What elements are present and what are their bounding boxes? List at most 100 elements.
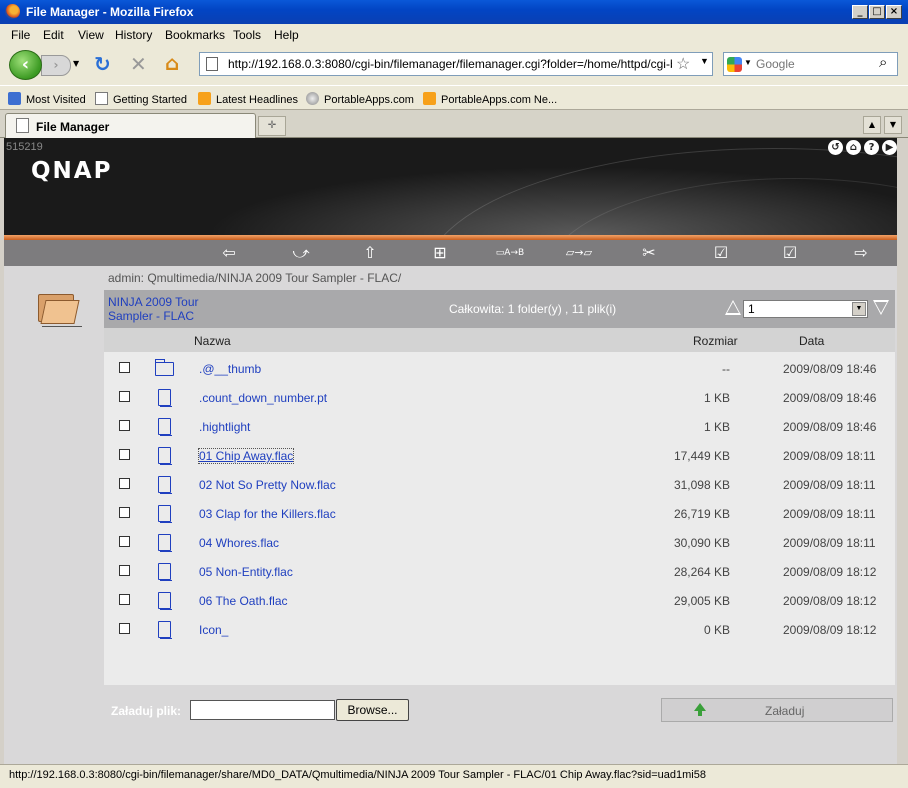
row-checkbox[interactable]	[119, 391, 130, 402]
next-page-icon[interactable]	[873, 300, 889, 315]
menu-help[interactable]: Help	[274, 28, 299, 42]
row-checkbox[interactable]	[119, 565, 130, 576]
row-checkbox[interactable]	[119, 449, 130, 460]
back-arrow-icon[interactable]: ⇦	[212, 243, 246, 263]
file-icon[interactable]	[158, 621, 172, 639]
column-name[interactable]: Nazwa	[194, 334, 231, 348]
file-size: --	[722, 362, 730, 376]
file-icon[interactable]	[158, 505, 172, 523]
bookmark-latest-headlines[interactable]: Latest Headlines	[198, 92, 298, 106]
file-name-link[interactable]: 01 Chip Away.flac	[197, 448, 295, 464]
table-row: Icon_ 0 KB 2009/08/09 18:12	[104, 616, 895, 645]
search-engine-dropdown-icon[interactable]: ▼	[744, 58, 752, 67]
vertical-scrollbar[interactable]	[897, 138, 908, 764]
home-icon[interactable]: ⌂	[165, 51, 179, 75]
file-date: 2009/08/09 18:11	[783, 478, 876, 492]
file-icon[interactable]	[158, 592, 172, 610]
file-size: 30,090 KB	[673, 536, 730, 550]
home-icon[interactable]: ⌂	[846, 140, 861, 155]
history-dropdown-icon[interactable]: ▼	[73, 59, 79, 68]
refresh-icon[interactable]: ⤻	[284, 243, 318, 263]
select-icon[interactable]: ☑	[773, 243, 807, 263]
new-tab-button[interactable]: ✛	[258, 116, 286, 136]
upload-file-input[interactable]	[190, 700, 335, 720]
maximize-button[interactable]: □	[869, 5, 885, 19]
file-name-link[interactable]: 06 The Oath.flac	[199, 594, 288, 608]
reload-icon[interactable]: ↻	[94, 52, 111, 76]
menu-history[interactable]: History	[115, 28, 152, 42]
file-icon[interactable]	[158, 418, 172, 436]
file-icon[interactable]	[158, 534, 172, 552]
row-checkbox[interactable]	[119, 623, 130, 634]
logout-icon[interactable]: ⇨	[844, 243, 878, 263]
search-bar[interactable]: ▼ ⌕	[723, 52, 898, 76]
row-checkbox[interactable]	[119, 536, 130, 547]
menu-tools[interactable]: Tools	[233, 28, 261, 42]
search-icon[interactable]: ⌕	[879, 54, 887, 71]
file-name-link[interactable]: 02 Not So Pretty Now.flac	[199, 478, 336, 492]
address-bar[interactable]: http://192.168.0.3:8080/cgi-bin/filemana…	[199, 52, 713, 76]
file-icon[interactable]	[158, 476, 172, 494]
tab-scroll-icon[interactable]: ▲	[863, 116, 881, 134]
up-folder-icon[interactable]: ⇧	[353, 243, 387, 263]
new-folder-icon[interactable]: ⊞	[423, 243, 457, 263]
bookmark-portableapps-news[interactable]: PortableApps.com Ne...	[423, 92, 557, 106]
menu-edit[interactable]: Edit	[43, 28, 64, 42]
rename-icon[interactable]: ▭A→B	[493, 243, 527, 263]
copy-icon[interactable]: ▱→▱	[562, 243, 596, 263]
table-row: 02 Not So Pretty Now.flac 31,098 KB 2009/0…	[104, 471, 895, 500]
tab-file-manager[interactable]: File Manager	[5, 113, 256, 138]
help-icon[interactable]: ?	[864, 140, 879, 155]
file-name-link[interactable]: 04 Whores.flac	[199, 536, 279, 550]
menu-file[interactable]: File	[11, 28, 30, 42]
file-manager-content: admin: Qmultimedia/NINJA 2009 Tour Sampl…	[4, 266, 897, 764]
bookmark-portableapps[interactable]: PortableApps.com	[306, 92, 414, 106]
file-name-link[interactable]: Icon_	[199, 623, 228, 637]
stop-icon[interactable]: ✕	[130, 52, 147, 76]
total-count: Całkowita: 1 folder(y) , 11 plik(i)	[449, 302, 617, 316]
previous-page-icon[interactable]	[725, 300, 741, 315]
file-name-link[interactable]: .@__thumb	[199, 362, 261, 376]
back-icon[interactable]: ↺	[828, 140, 843, 155]
file-name-link[interactable]: .hightlight	[199, 420, 250, 434]
bookmark-getting-started[interactable]: Getting Started	[95, 92, 187, 106]
row-checkbox[interactable]	[119, 478, 130, 489]
close-button[interactable]: ×	[886, 5, 902, 19]
file-name-link[interactable]: 05 Non-Entity.flac	[199, 565, 293, 579]
chevron-down-icon[interactable]: ▼	[852, 302, 866, 316]
row-checkbox[interactable]	[119, 594, 130, 605]
file-icon[interactable]	[158, 389, 172, 407]
row-checkbox[interactable]	[119, 420, 130, 431]
column-size[interactable]: Rozmiar	[693, 334, 738, 348]
bookmark-star-icon[interactable]: ☆	[676, 54, 690, 74]
google-icon[interactable]	[727, 57, 742, 72]
upload-button-label: Załaduj	[765, 704, 805, 718]
row-checkbox[interactable]	[119, 507, 130, 518]
next-icon[interactable]: ▶	[882, 140, 897, 155]
window-titlebar: File Manager - Mozilla Firefox _ □ ×	[0, 0, 908, 24]
url-dropdown-icon[interactable]: ▼	[700, 56, 709, 66]
upload-button[interactable]: Załaduj	[661, 698, 893, 722]
search-input[interactable]	[756, 56, 874, 72]
select-all-icon[interactable]: ☑	[704, 243, 738, 263]
row-checkbox[interactable]	[119, 362, 130, 373]
menu-bookmarks[interactable]: Bookmarks	[165, 28, 225, 42]
file-icon[interactable]	[158, 447, 172, 465]
tab-list-icon[interactable]: ▼	[884, 116, 902, 134]
folder-icon[interactable]	[155, 359, 174, 376]
minimize-button[interactable]: _	[852, 5, 868, 19]
browse-button[interactable]: Browse...	[336, 699, 409, 721]
current-folder-name[interactable]: NINJA 2009 Tour Sampler - FLAC	[108, 295, 199, 323]
menu-view[interactable]: View	[78, 28, 104, 42]
file-icon[interactable]	[158, 563, 172, 581]
cut-icon[interactable]: ✂	[632, 243, 666, 263]
bookmark-most-visited[interactable]: Most Visited	[8, 92, 86, 106]
page-select[interactable]: 1 ▼	[743, 300, 868, 318]
column-date[interactable]: Data	[799, 334, 824, 348]
file-name-link[interactable]: .count_down_number.pt	[199, 391, 327, 405]
forward-button[interactable]: ›	[41, 55, 71, 76]
url-text[interactable]: http://192.168.0.3:8080/cgi-bin/filemana…	[228, 57, 672, 71]
file-name-link[interactable]: 03 Clap for the Killers.flac	[199, 507, 336, 521]
back-button[interactable]: ‹	[9, 50, 42, 80]
status-bar: http://192.168.0.3:8080/cgi-bin/filemana…	[0, 764, 908, 788]
